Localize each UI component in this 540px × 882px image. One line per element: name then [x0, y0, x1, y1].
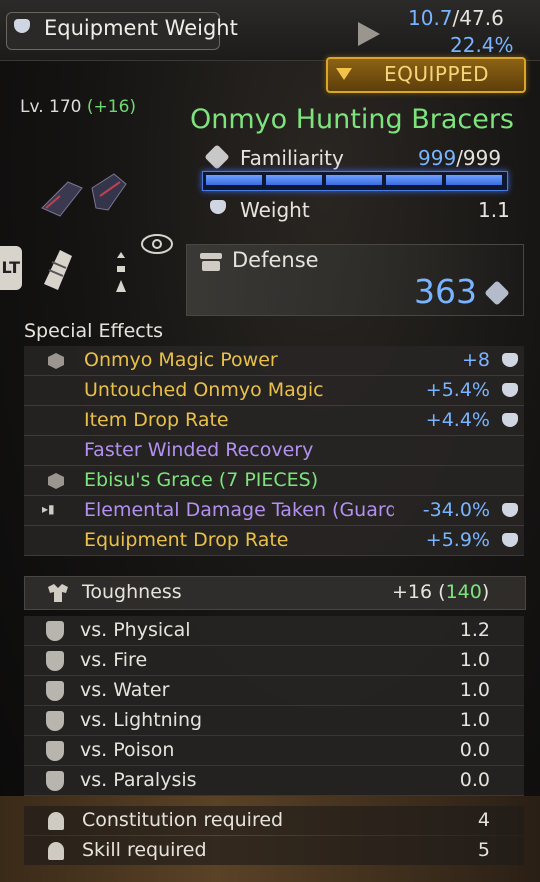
item-level: Lv. 170 (+16) [20, 97, 136, 117]
familiarity-max: /999 [456, 146, 502, 170]
resistance-row: vs. Lightning 1.0 [24, 706, 524, 736]
requirement-name: Skill required [82, 839, 207, 861]
toughness-label: Toughness [82, 581, 182, 603]
special-effect-value: +5.4% [425, 379, 490, 401]
weight-icon [210, 200, 226, 214]
gem-icon [502, 413, 518, 427]
resistance-value: 1.0 [459, 709, 490, 731]
hand-icon [48, 842, 64, 860]
resistance-name: vs. Physical [80, 619, 191, 641]
special-effect-row: Ebisu's Grace (7 PIECES) [24, 466, 524, 496]
defense-value: 363 [414, 272, 477, 311]
special-effect-name: Faster Winded Recovery [84, 439, 314, 461]
resistance-value: 1.0 [459, 649, 490, 671]
item-name: Onmyo Hunting Bracers [190, 104, 514, 135]
requirement-name: Constitution required [82, 809, 284, 831]
gem-icon [502, 383, 518, 397]
weight-current: 10.7 [408, 6, 453, 30]
toughness-total: 140 [445, 581, 482, 603]
resistance-value: 0.0 [459, 769, 490, 791]
special-effect-value: +4.4% [425, 409, 490, 431]
equipment-weight-value: 10.7/47.6 [408, 6, 504, 30]
hex-icon [48, 353, 64, 369]
sort-order-icon [116, 252, 126, 292]
gem-icon [502, 503, 518, 517]
item-level-value: Lv. 170 [20, 97, 82, 117]
resistance-name: vs. Water [80, 679, 170, 701]
weight-max: 47.6 [459, 6, 504, 30]
requirement-row: Constitution required 4 [24, 806, 524, 835]
arm-slot-icon [44, 250, 72, 290]
item-level-bonus: (+16) [86, 97, 137, 117]
familiarity-bar-fill [206, 175, 502, 185]
special-effect-row: Faster Winded Recovery [24, 436, 524, 466]
resistance-row: vs. Paralysis 0.0 [24, 766, 524, 796]
resistance-row: vs. Water 1.0 [24, 676, 524, 706]
triangle-down-icon [336, 68, 352, 80]
eye-icon[interactable] [140, 232, 174, 256]
special-effect-name: Untouched Onmyo Magic [84, 379, 324, 401]
special-effect-row: Onmyo Magic Power +8 [24, 346, 524, 376]
special-effect-row: Untouched Onmyo Magic +5.4% [24, 376, 524, 406]
special-effect-row: ▸▮ Elemental Damage Taken (Guardir -34.0% [24, 496, 524, 526]
special-effect-name: Ebisu's Grace (7 PIECES) [84, 469, 319, 491]
resistance-row: vs. Poison 0.0 [24, 736, 524, 766]
resistance-value: 1.2 [459, 619, 490, 641]
shield-icon [46, 621, 64, 641]
item-weight-label: Weight [240, 198, 310, 222]
special-effect-name: Equipment Drop Rate [84, 529, 289, 551]
special-effect-value: +5.9% [425, 529, 490, 551]
special-effect-value: -34.0% [422, 499, 490, 521]
shield-icon [46, 651, 64, 671]
shield-icon [46, 771, 64, 791]
special-effect-value: +8 [461, 349, 490, 371]
toughness-icon [48, 584, 68, 602]
special-effect-name: Item Drop Rate [84, 409, 229, 431]
hex-icon [48, 473, 64, 489]
special-effect-name: Onmyo Magic Power [84, 349, 278, 371]
familiarity-label: Familiarity [240, 146, 344, 170]
resistance-name: vs. Lightning [80, 709, 203, 731]
resistance-value: 1.0 [459, 679, 490, 701]
defense-label: Defense [232, 248, 319, 272]
equipment-weight-percent: 22.4% [450, 33, 514, 57]
special-effect-name: Elemental Damage Taken (Guardir [84, 499, 394, 521]
slot-badge: LT [0, 246, 22, 290]
defense-icon [200, 253, 222, 271]
shield-icon [46, 681, 64, 701]
special-effect-row: Equipment Drop Rate +5.9% [24, 526, 524, 556]
person-icon [48, 812, 64, 830]
equipped-label: EQUIPPED [384, 62, 490, 86]
toughness-value: +16 (140) [392, 581, 490, 603]
shield-icon [46, 741, 64, 761]
requirement-row: Skill required 5 [24, 836, 524, 865]
resistance-name: vs. Paralysis [80, 769, 197, 791]
familiarity-value: 999/999 [418, 146, 501, 170]
gem-icon [502, 533, 518, 547]
gem-icon [502, 353, 518, 367]
arrow-right-icon [358, 22, 380, 46]
requirement-value: 4 [477, 809, 490, 831]
special-effect-row: Item Drop Rate +4.4% [24, 406, 524, 436]
resistance-row: vs. Physical 1.2 [24, 616, 524, 646]
familiarity-icon [204, 144, 230, 170]
special-effects-title: Special Effects [24, 320, 164, 342]
shield-icon [46, 711, 64, 731]
requirement-value: 5 [477, 839, 490, 861]
arrow-icon: ▸▮ [42, 502, 55, 516]
resistance-name: vs. Poison [80, 739, 175, 761]
bracers-image [41, 173, 127, 217]
resistance-row: vs. Fire 1.0 [24, 646, 524, 676]
item-weight-value: 1.1 [478, 198, 510, 222]
resistance-value: 0.0 [459, 739, 490, 761]
familiarity-current: 999 [418, 146, 457, 170]
toughness-bonus: +16 [392, 581, 433, 603]
resistance-name: vs. Fire [80, 649, 148, 671]
equipment-weight-label: Equipment Weight [44, 16, 238, 40]
